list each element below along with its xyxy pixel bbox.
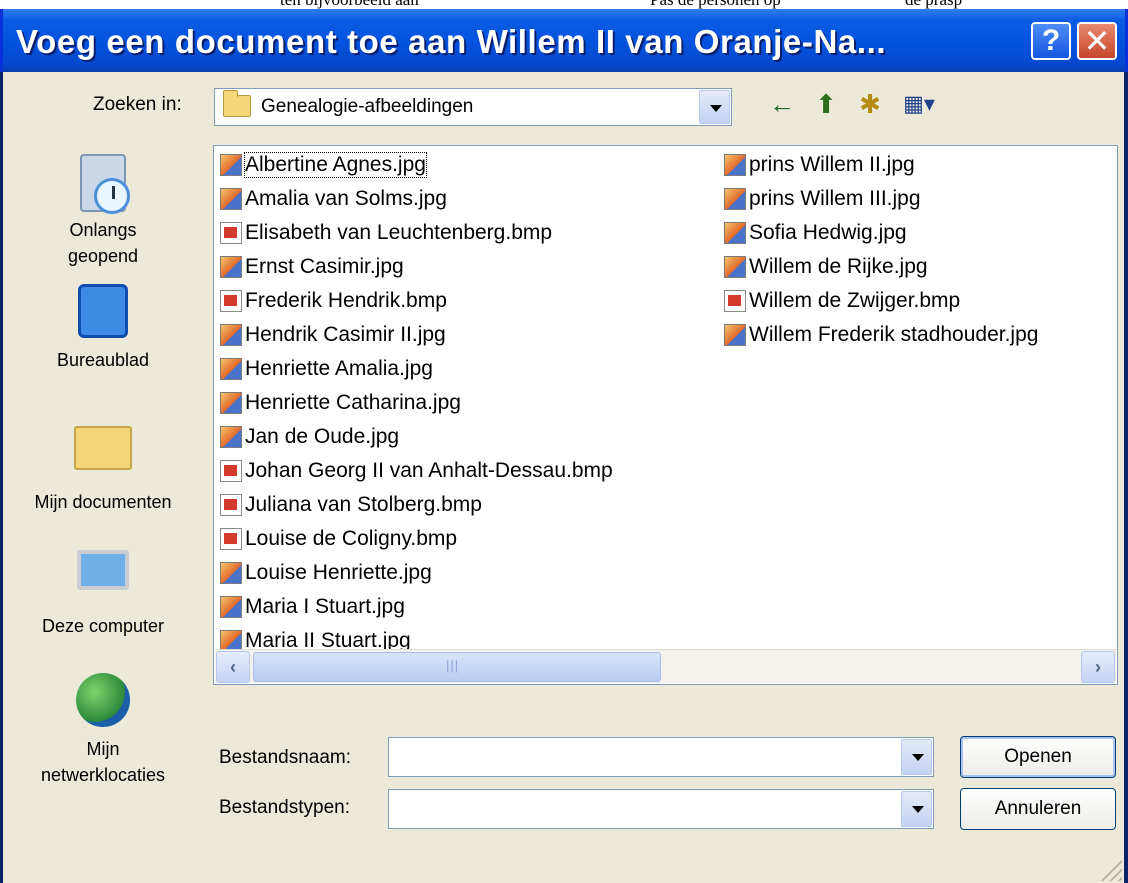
- place-label: Mijn documenten: [34, 492, 172, 512]
- file-item[interactable]: Willem Frederik stadhouder.jpg: [724, 318, 1038, 351]
- bmp-file-icon: [220, 459, 242, 482]
- scrollbar-thumb[interactable]: [253, 652, 661, 682]
- mydocuments-icon: [72, 426, 134, 488]
- jpg-file-icon: [724, 323, 746, 346]
- bmp-file-icon: [220, 289, 242, 312]
- file-item[interactable]: Hendrik Casimir II.jpg: [220, 318, 446, 351]
- filename-combobox[interactable]: [388, 737, 934, 777]
- place-label: geopend: [67, 246, 139, 266]
- jpg-file-icon: [724, 187, 746, 210]
- new-folder-icon[interactable]: ✱: [853, 86, 887, 122]
- file-item[interactable]: Johan Georg II van Anhalt-Dessau.bmp: [220, 454, 613, 487]
- filename-label: Bestandsnaam:: [219, 747, 352, 768]
- background-text: ten bijvoorbeeld aan: [280, 0, 419, 9]
- place-network[interactable]: Mijn netwerklocaties: [3, 669, 203, 787]
- file-item[interactable]: Elisabeth van Leuchtenberg.bmp: [220, 216, 552, 249]
- place-label: Deze computer: [41, 616, 165, 636]
- cancel-button[interactable]: Annuleren: [960, 788, 1116, 830]
- dialog-body: Zoeken in: Genealogie-afbeeldingen ← ⬆ ✱…: [3, 72, 1124, 883]
- file-item[interactable]: Juliana van Stolberg.bmp: [220, 488, 482, 521]
- file-item[interactable]: Ernst Casimir.jpg: [220, 250, 404, 283]
- chevron-down-icon[interactable]: [901, 739, 932, 775]
- file-item[interactable]: Willem de Rijke.jpg: [724, 250, 928, 283]
- place-label: Mijn: [86, 739, 120, 759]
- file-item[interactable]: Henriette Amalia.jpg: [220, 352, 433, 385]
- place-label: Onlangs: [69, 220, 137, 240]
- place-label: netwerklocaties: [40, 765, 166, 785]
- scroll-left-icon[interactable]: ‹: [216, 651, 250, 683]
- lookin-value: Genealogie-afbeeldingen: [261, 96, 474, 117]
- chevron-down-icon[interactable]: [699, 90, 730, 124]
- jpg-file-icon: [220, 255, 242, 278]
- bmp-file-icon: [724, 289, 746, 312]
- file-item[interactable]: Willem de Zwijger.bmp: [724, 284, 960, 317]
- jpg-file-icon: [724, 153, 746, 176]
- place-recent[interactable]: Onlangs geopend: [3, 154, 203, 268]
- jpg-file-icon: [220, 357, 242, 380]
- title-bar[interactable]: Voeg een document toe aan Willem II van …: [0, 9, 1128, 72]
- desktop-icon: [72, 284, 134, 346]
- jpg-file-icon: [220, 153, 242, 176]
- file-item[interactable]: prins Willem III.jpg: [724, 182, 921, 215]
- bmp-file-icon: [220, 527, 242, 550]
- place-desktop[interactable]: Bureaublad: [3, 280, 203, 372]
- recent-icon: [72, 154, 134, 216]
- file-item[interactable]: Louise de Coligny.bmp: [220, 522, 457, 555]
- mycomputer-icon: [72, 550, 134, 612]
- filetype-label: Bestandstypen:: [219, 797, 350, 818]
- up-folder-icon[interactable]: ⬆: [809, 86, 843, 122]
- background-text: de prasp: [905, 0, 962, 9]
- jpg-file-icon: [220, 391, 242, 414]
- views-menu-icon[interactable]: ▦▾: [897, 86, 941, 122]
- scroll-right-icon[interactable]: ›: [1081, 651, 1115, 683]
- network-icon: [72, 673, 134, 735]
- background-text: Pas de personen op: [650, 0, 781, 9]
- background-page-strip: ten bijvoorbeeld aan Pas de personen op …: [0, 0, 1128, 9]
- lookin-label: Zoeken in:: [93, 94, 182, 115]
- place-mycomputer[interactable]: Deze computer: [3, 540, 203, 638]
- jpg-file-icon: [220, 595, 242, 618]
- filetype-combobox[interactable]: [388, 789, 934, 829]
- file-item[interactable]: Louise Henriette.jpg: [220, 556, 432, 589]
- jpg-file-icon: [724, 221, 746, 244]
- jpg-file-icon: [220, 425, 242, 448]
- file-item[interactable]: Albertine Agnes.jpg: [220, 148, 427, 181]
- file-open-dialog: Voeg een document toe aan Willem II van …: [0, 9, 1128, 883]
- jpg-file-icon: [220, 323, 242, 346]
- lookin-combobox[interactable]: Genealogie-afbeeldingen: [214, 88, 732, 126]
- bmp-file-icon: [220, 221, 242, 244]
- jpg-file-icon: [220, 187, 242, 210]
- file-item[interactable]: Henriette Catharina.jpg: [220, 386, 461, 419]
- place-label: Bureaublad: [56, 350, 150, 370]
- horizontal-scrollbar[interactable]: ‹ ›: [215, 649, 1116, 683]
- file-item[interactable]: Jan de Oude.jpg: [220, 420, 399, 453]
- resize-grip-icon[interactable]: [1100, 859, 1122, 881]
- chevron-down-icon[interactable]: [901, 791, 932, 827]
- file-item[interactable]: Sofia Hedwig.jpg: [724, 216, 907, 249]
- jpg-file-icon: [724, 255, 746, 278]
- window-title: Voeg een document toe aan Willem II van …: [16, 23, 887, 60]
- back-icon[interactable]: ←: [765, 86, 799, 122]
- file-item[interactable]: Frederik Hendrik.bmp: [220, 284, 447, 317]
- file-item[interactable]: prins Willem II.jpg: [724, 148, 915, 181]
- jpg-file-icon: [220, 561, 242, 584]
- help-button[interactable]: ?: [1031, 22, 1071, 60]
- file-list[interactable]: Albertine Agnes.jpg Amalia van Solms.jpg…: [213, 145, 1118, 685]
- file-item[interactable]: Maria I Stuart.jpg: [220, 590, 405, 623]
- file-item[interactable]: Amalia van Solms.jpg: [220, 182, 447, 215]
- close-button[interactable]: ✕: [1077, 22, 1117, 60]
- bmp-file-icon: [220, 493, 242, 516]
- open-button[interactable]: Openen: [960, 736, 1116, 778]
- folder-icon: [223, 90, 251, 117]
- place-mydocuments[interactable]: Mijn documenten: [3, 410, 203, 514]
